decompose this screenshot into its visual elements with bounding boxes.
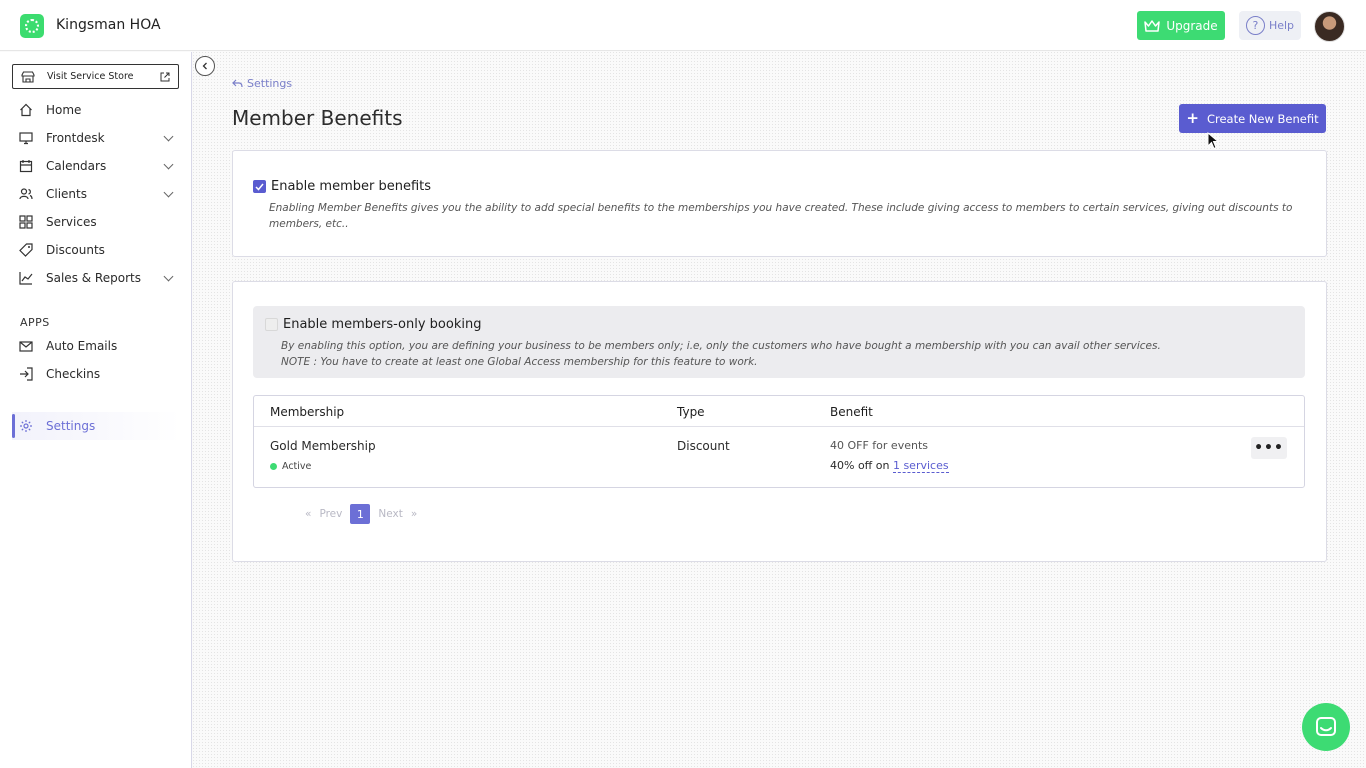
enable-members-only-checkbox[interactable] <box>265 318 278 331</box>
members-only-description: By enabling this option, you are definin… <box>281 340 1161 352</box>
user-avatar[interactable] <box>1314 11 1345 42</box>
mail-icon <box>19 339 33 353</box>
upgrade-button[interactable]: Upgrade <box>1137 11 1225 40</box>
member-benefits-card: Enable member benefits Enabling Member B… <box>232 150 1327 257</box>
member-benefits-description: Enabling Member Benefits gives you the a… <box>269 202 1293 230</box>
sidebar-item-label: Auto Emails <box>46 339 118 353</box>
gear-icon <box>19 419 33 433</box>
membership-name[interactable]: Gold Membership <box>270 439 376 453</box>
pagination: « Prev 1 Next » <box>305 504 417 524</box>
breadcrumb-settings[interactable]: Settings <box>247 77 292 90</box>
pagination-last[interactable]: » <box>411 508 417 520</box>
chevron-left-icon <box>202 62 207 70</box>
store-label: Visit Service Store <box>47 71 134 82</box>
row-more-button[interactable]: ••• <box>1251 437 1287 459</box>
plus-icon: + <box>1186 109 1199 127</box>
status-label: Active <box>282 461 312 472</box>
table-header: Membership Type Benefit <box>254 396 1304 427</box>
pagination-prev[interactable]: Prev <box>319 508 342 520</box>
org-name: Kingsman HOA <box>56 17 161 33</box>
status-badge: Active <box>270 461 311 472</box>
sidebar-item-calendars[interactable]: Calendars <box>12 152 180 180</box>
benefit-prefix: 40% off on <box>830 459 893 472</box>
pagination-next[interactable]: Next <box>378 508 402 520</box>
home-icon <box>19 103 33 117</box>
sidebar-item-label: Frontdesk <box>46 131 105 145</box>
chat-icon <box>1316 717 1336 736</box>
status-dot-icon <box>270 463 277 470</box>
sidebar-item-label: Discounts <box>46 243 105 257</box>
column-header-type: Type <box>677 405 705 419</box>
chevron-down-icon <box>163 271 174 282</box>
chevron-down-icon <box>163 159 174 170</box>
page-title: Member Benefits <box>232 106 403 130</box>
enable-member-benefits-label: Enable member benefits <box>271 179 432 194</box>
top-bar: Kingsman HOA Upgrade ? Help <box>0 0 1366 51</box>
apps-section-title: APPS <box>20 316 50 329</box>
enable-member-benefits-checkbox[interactable] <box>253 180 266 193</box>
sidebar-item-home[interactable]: Home <box>12 96 180 124</box>
external-link-icon <box>160 72 170 81</box>
back-arrow-icon <box>232 79 243 88</box>
sidebar-item-settings[interactable]: Settings <box>12 412 180 440</box>
sidebar-item-label: Services <box>46 215 97 229</box>
sidebar-item-auto-emails[interactable]: Auto Emails <box>12 332 180 360</box>
memberships-table: Membership Type Benefit Gold Membership … <box>253 395 1305 488</box>
grid-icon <box>19 215 33 229</box>
sidebar-item-label: Sales & Reports <box>46 271 141 285</box>
column-header-benefit: Benefit <box>830 405 873 419</box>
store-icon <box>21 70 35 83</box>
monitor-icon <box>19 131 33 145</box>
sidebar-item-services[interactable]: Services <box>12 208 180 236</box>
users-icon <box>19 187 33 201</box>
create-label: Create New Benefit <box>1206 111 1319 126</box>
chevron-down-icon <box>163 131 174 142</box>
sidebar-item-checkins[interactable]: Checkins <box>12 360 180 388</box>
sidebar-item-label: Settings <box>46 419 96 433</box>
crown-icon <box>1144 19 1161 32</box>
tag-icon <box>19 243 33 257</box>
help-label: Help <box>1268 19 1295 32</box>
chat-launcher-button[interactable] <box>1302 703 1350 751</box>
enable-members-only-label: Enable members-only booking <box>283 317 482 332</box>
sidebar-item-frontdesk[interactable]: Frontdesk <box>12 124 180 152</box>
enable-members-only-option[interactable]: Enable members-only booking <box>265 317 481 332</box>
chevron-down-icon <box>163 187 174 198</box>
sidebar-item-discounts[interactable]: Discounts <box>12 236 180 264</box>
memberships-card: Enable members-only booking By enabling … <box>232 281 1327 562</box>
sidebar-item-sales-reports[interactable]: Sales & Reports <box>12 264 180 292</box>
login-icon <box>19 367 33 381</box>
chart-icon <box>19 271 33 285</box>
members-only-booking-box: Enable members-only booking By enabling … <box>253 306 1305 378</box>
question-icon: ? <box>1245 16 1265 35</box>
sidebar: Visit Service Store Home Frontdesk Calen… <box>0 52 192 768</box>
pagination-page-1[interactable]: 1 <box>350 504 371 524</box>
pagination-first[interactable]: « <box>305 508 311 520</box>
app-logo-icon[interactable] <box>20 14 44 38</box>
check-icon <box>255 183 264 191</box>
help-button[interactable]: ? Help <box>1239 11 1301 40</box>
enable-member-benefits-option[interactable]: Enable member benefits <box>253 179 431 194</box>
calendar-icon <box>19 159 33 173</box>
benefit-line-1: 40 OFF for events <box>830 439 928 452</box>
sidebar-item-label: Clients <box>46 187 87 201</box>
visit-service-store-button[interactable]: Visit Service Store <box>12 64 179 89</box>
create-new-benefit-button[interactable]: + Create New Benefit <box>1179 104 1326 133</box>
sidebar-item-label: Home <box>46 103 82 117</box>
column-header-membership: Membership <box>270 405 345 419</box>
breadcrumb[interactable]: Settings <box>232 77 292 90</box>
services-link[interactable]: 1 services <box>892 459 949 473</box>
mouse-cursor-icon <box>1207 132 1219 150</box>
upgrade-label: Upgrade <box>1166 18 1218 33</box>
sidebar-item-label: Checkins <box>46 367 101 381</box>
collapse-sidebar-button[interactable] <box>195 56 215 76</box>
benefit-line-2: 40% off on 1 services <box>830 459 949 473</box>
members-only-note: NOTE : You have to create at least one G… <box>281 356 758 368</box>
membership-type: Discount <box>677 439 730 453</box>
sidebar-item-label: Calendars <box>46 159 107 173</box>
sidebar-item-clients[interactable]: Clients <box>12 180 180 208</box>
